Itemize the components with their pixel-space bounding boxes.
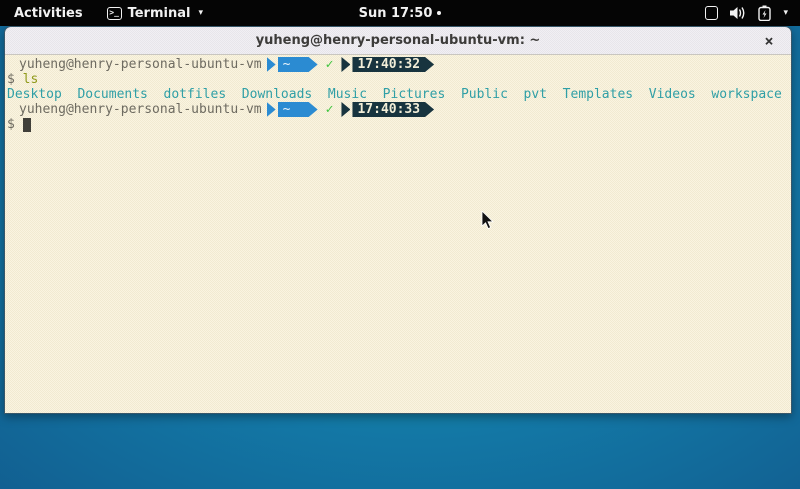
terminal-cursor <box>23 118 31 132</box>
ls-output: Desktop Documents dotfiles Downloads Music Pi… <box>7 87 789 102</box>
window-title: yuheng@henry-personal-ubuntu-vm: ~ <box>256 33 541 48</box>
ls-item: pvt <box>524 87 547 102</box>
prompt-path-segment: ~ <box>278 102 318 117</box>
ls-item: Public <box>461 87 508 102</box>
powerline-arrow-icon <box>341 102 350 117</box>
prompt-time-segment: 17:40:33 <box>352 102 434 117</box>
command-line-2: $ <box>7 117 789 132</box>
activities-label: Activities <box>14 6 83 21</box>
terminal-window: yuheng@henry-personal-ubuntu-vm: ~ × yuh… <box>4 26 792 414</box>
check-icon: ✓ <box>326 57 334 72</box>
prompt-line-1: yuheng@henry-personal-ubuntu-vm ~ ✓ 17:4… <box>7 57 789 72</box>
prompt-path-segment: ~ <box>278 57 318 72</box>
close-icon[interactable]: × <box>757 27 781 55</box>
ls-item: Downloads <box>242 87 312 102</box>
check-icon: ✓ <box>326 102 334 117</box>
ls-item: Desktop <box>7 87 62 102</box>
ls-item: dotfiles <box>164 87 227 102</box>
screen-icon <box>705 6 718 20</box>
top-bar: Activities >_ Terminal ▾ Sun 17:50 ▾ <box>0 0 800 26</box>
prompt-user: yuheng@henry-personal-ubuntu-vm <box>19 57 262 72</box>
command-line-1: $ ls <box>7 72 789 87</box>
system-tray[interactable]: ▾ <box>693 0 800 26</box>
battery-charging-icon <box>758 5 771 21</box>
clock-label: Sun 17:50 <box>359 6 433 21</box>
terminal-content[interactable]: yuheng@henry-personal-ubuntu-vm ~ ✓ 17:4… <box>5 55 791 413</box>
powerline-arrow-icon <box>341 57 350 72</box>
terminal-icon: >_ <box>107 7 122 20</box>
ls-item: Templates <box>563 87 633 102</box>
powerline-arrow-icon <box>267 102 276 117</box>
chevron-down-icon: ▾ <box>783 8 788 18</box>
ls-item: Music <box>328 87 367 102</box>
ls-item: workspace <box>711 87 781 102</box>
chevron-down-icon: ▾ <box>198 8 203 18</box>
ls-item: Videos <box>649 87 696 102</box>
command-text: ls <box>23 72 39 87</box>
prompt-dollar: $ <box>7 72 15 87</box>
ls-item: Pictures <box>383 87 446 102</box>
prompt-user: yuheng@henry-personal-ubuntu-vm <box>19 102 262 117</box>
window-titlebar[interactable]: yuheng@henry-personal-ubuntu-vm: ~ × <box>5 27 791 55</box>
powerline-arrow-icon <box>267 57 276 72</box>
prompt-dollar: $ <box>7 117 15 132</box>
ls-item: Documents <box>77 87 147 102</box>
notification-dot-icon <box>437 11 441 15</box>
activities-button[interactable]: Activities <box>0 0 97 26</box>
clock-button[interactable]: Sun 17:50 <box>359 6 442 21</box>
prompt-line-2: yuheng@henry-personal-ubuntu-vm ~ ✓ 17:4… <box>7 102 789 117</box>
top-bar-left: Activities >_ Terminal ▾ <box>0 0 213 26</box>
volume-icon <box>730 6 746 20</box>
app-menu-label: Terminal <box>128 6 191 21</box>
prompt-time-segment: 17:40:32 <box>352 57 434 72</box>
app-menu-button[interactable]: >_ Terminal ▾ <box>97 0 213 26</box>
